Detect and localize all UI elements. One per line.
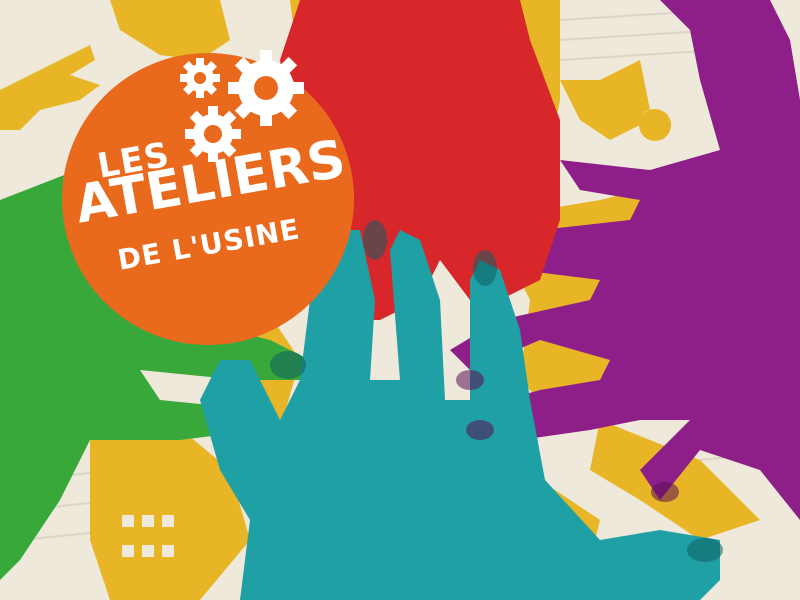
poster-artwork	[0, 0, 800, 600]
poster-image: LES ATELIERS DE L'USINE	[0, 0, 800, 600]
